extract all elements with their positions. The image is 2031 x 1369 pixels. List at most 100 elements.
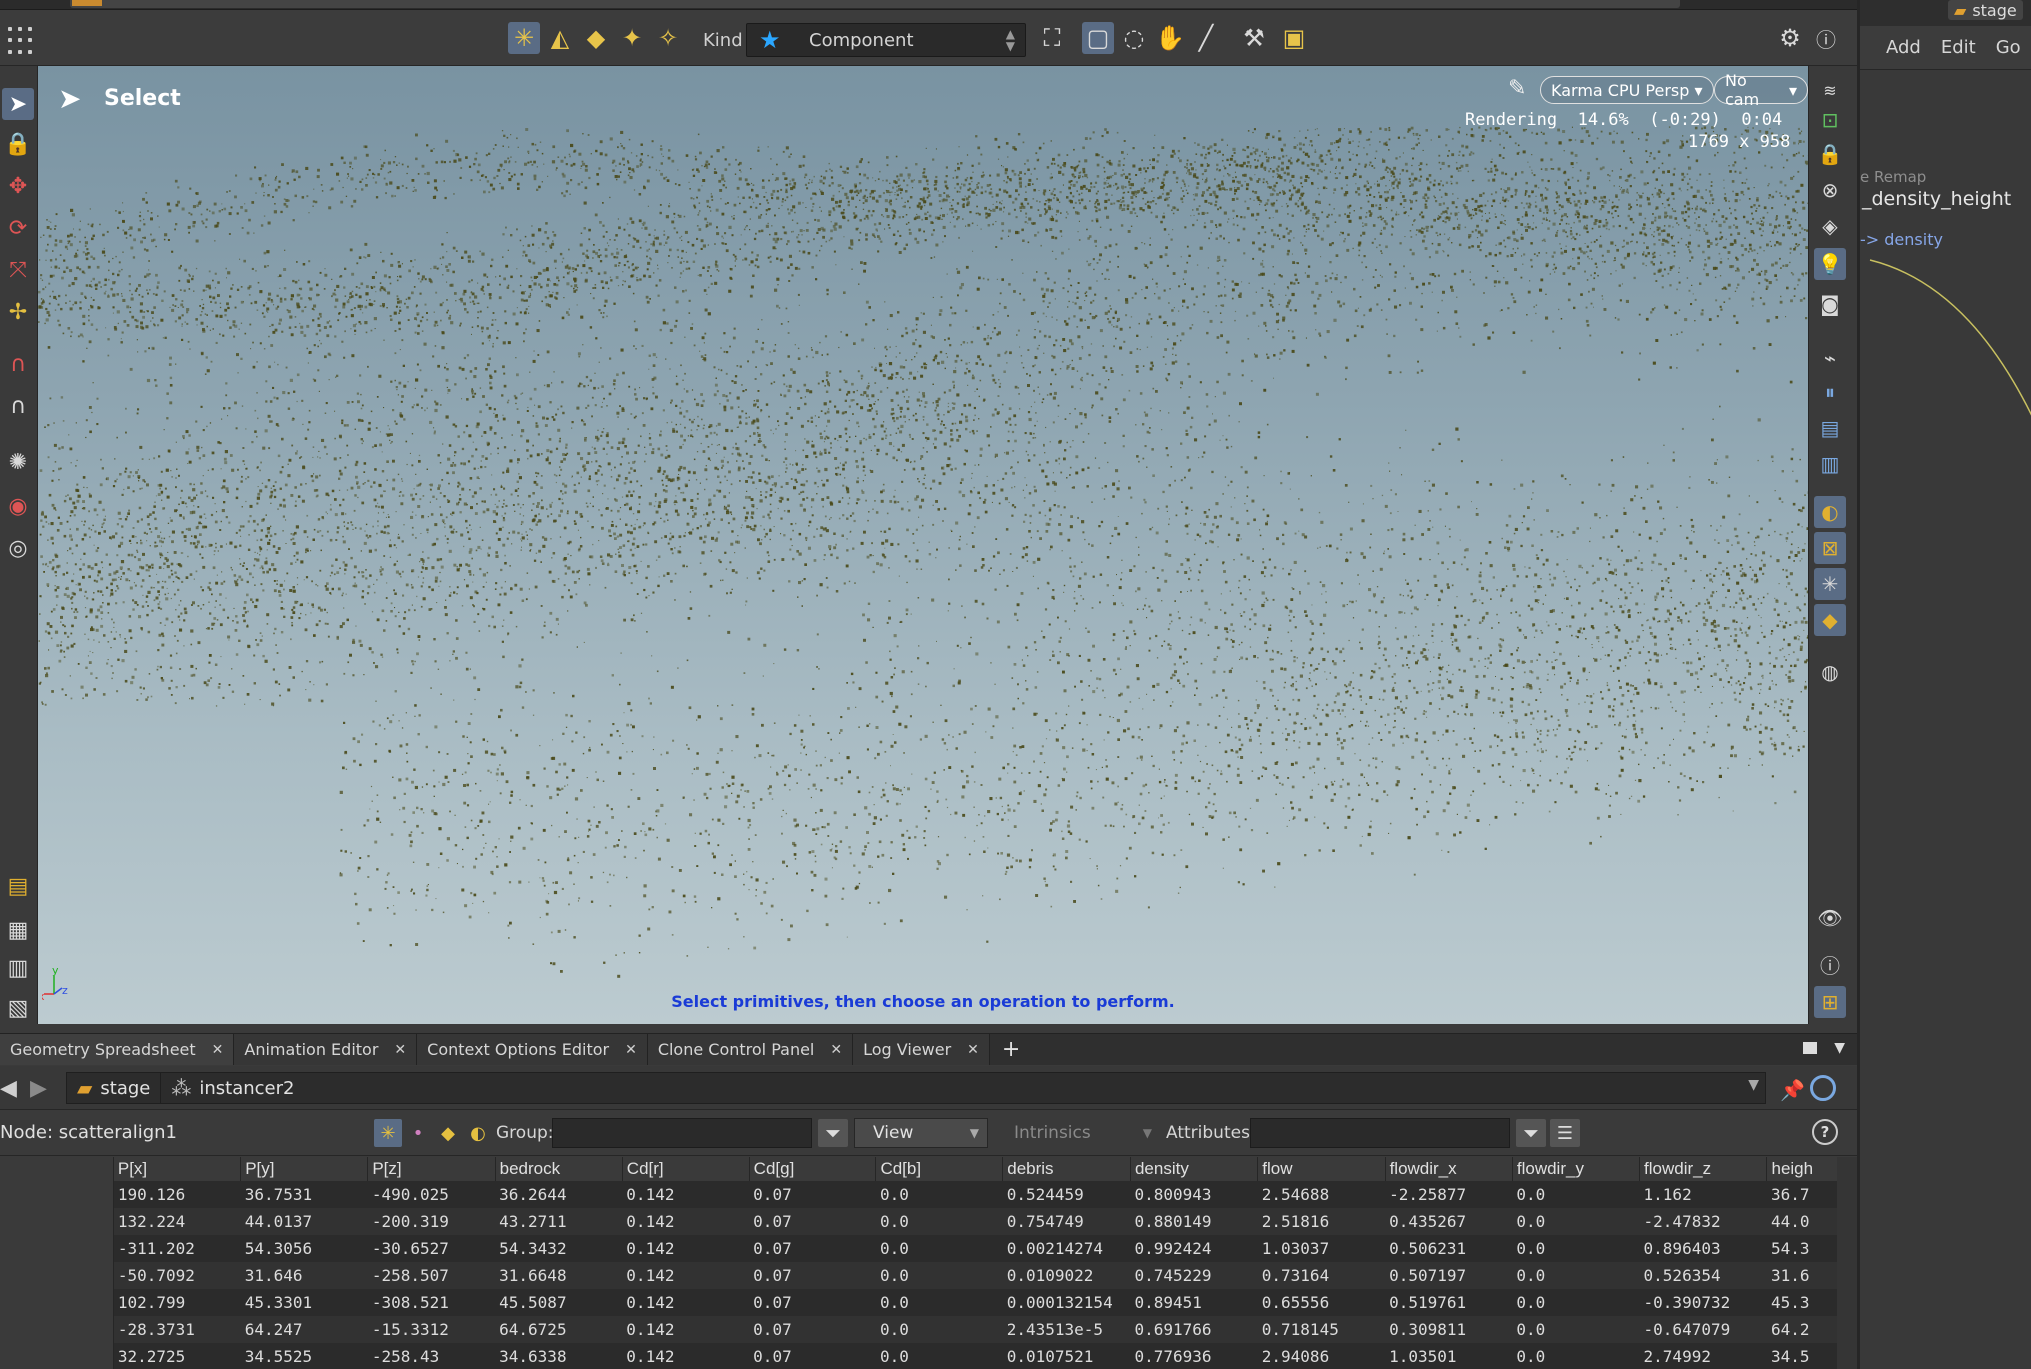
xray-icon[interactable]: ✳ [1814,568,1846,600]
column-header[interactable]: flowdir_x [1385,1157,1512,1181]
add-tab-icon[interactable]: + [990,1034,1032,1065]
table-row[interactable]: -311.202 54.3056 -30.6527 54.3432 0.142 0.07 0… [0,1235,1857,1262]
select-edges-icon[interactable]: ◭ [544,22,576,54]
close-icon[interactable]: ✕ [212,1042,224,1058]
menu-edit[interactable]: Edit [1941,37,1976,58]
tab-clone-control-panel[interactable]: Clone Control Panel ✕ [648,1034,853,1065]
environment-icon[interactable]: ◍ [1814,656,1846,688]
guide-icon[interactable]: ⊠ [1814,532,1846,564]
lock-select-icon[interactable]: 🔒 [2,128,34,160]
light-icon[interactable]: 💡 [1814,248,1846,280]
template-icon[interactable]: ◆ [1814,604,1846,636]
rotate-tool-icon[interactable]: ⟳ [2,212,34,244]
network-stage-path[interactable]: ▰ stage [1948,0,2023,20]
select-primitives-icon[interactable]: ◆ [580,22,612,54]
render-layers-icon[interactable]: ▥ [1814,448,1846,480]
close-icon[interactable]: ✕ [394,1042,406,1058]
table-row[interactable]: 32.2725 34.5525 -258.43 34.6338 0.142 0.07 0.0… [0,1343,1857,1369]
info-icon[interactable]: ⓘ [1814,948,1846,980]
visibility-toggle-icon[interactable]: ⌁ [1814,342,1846,374]
camera-tool-icon[interactable]: ◎ [2,532,34,564]
pose-tool-icon[interactable]: ✺ [2,446,34,478]
view-menu[interactable]: View ▼ [854,1118,988,1148]
camera-menu[interactable]: No cam ▾ [1714,76,1808,104]
select-breakpoints-icon[interactable]: ✧ [652,22,684,54]
group-input[interactable] [552,1118,812,1148]
layers-icon[interactable]: ≋ [1814,74,1846,106]
help-icon[interactable]: ⓘ [1810,22,1842,54]
display-options-icon[interactable]: ⊡ [1814,104,1846,136]
select-tool-icon[interactable]: ➤ [2,88,34,120]
menu-add[interactable]: Add [1886,37,1921,58]
select-groups-icon[interactable]: ▣ [1278,22,1310,54]
select-vertices-icon[interactable]: ✦ [616,22,648,54]
scale-tool-icon[interactable]: ⤧ [2,254,34,286]
column-header[interactable]: Cd[b] [876,1157,1003,1181]
group-filter-icon[interactable]: ⏷ [818,1119,848,1147]
tab-animation-editor[interactable]: Animation Editor ✕ [234,1034,417,1065]
box-select-icon[interactable]: ▢ [1082,22,1114,54]
laser-select-icon[interactable]: ╱ [1190,22,1222,54]
renderer-menu[interactable]: Karma CPU Persp ▾ [1540,76,1714,104]
menu-go[interactable]: Go [1996,37,2021,58]
settings-icon[interactable]: ⚙ [1774,22,1806,54]
view-tool-icon[interactable]: ◉ [2,490,34,522]
column-header[interactable]: bedrock [495,1157,622,1181]
shading-icon[interactable]: ◈ [1814,210,1846,242]
render-region-icon[interactable]: ▤ [2,870,34,902]
column-header[interactable]: flow [1258,1157,1385,1181]
snapshot-icon[interactable]: ▧ [2,992,34,1024]
column-header[interactable]: debris [1003,1157,1131,1181]
table-row[interactable]: 132.224 44.0137 -200.319 43.2711 0.142 0.07 0.… [0,1208,1857,1235]
move-tool-icon[interactable]: ✥ [2,170,34,202]
select-options-icon[interactable]: ⚒ [1238,22,1270,54]
lock-camera-icon[interactable]: 🔒 [1814,138,1846,170]
kind-select[interactable]: ★ Component ▲ ▼ [746,23,1026,57]
intrinsics-menu[interactable]: Intrinsics ▼ [996,1118,1158,1148]
vertical-scrollbar[interactable] [1837,1157,1857,1369]
table-row[interactable]: 190.126 36.7531 -490.025 36.2644 0.142 0.07 0.… [0,1181,1857,1208]
render-settings-icon[interactable]: ▤ [1814,412,1846,444]
lasso-select-icon[interactable]: ◌ [1118,22,1150,54]
select-points-icon[interactable]: ✳ [508,22,540,54]
column-header[interactable]: Cd[g] [749,1157,876,1181]
attributes-input[interactable] [1250,1118,1510,1148]
crumb-stage[interactable]: ▰ stage [67,1073,161,1103]
visibility-eye-icon[interactable]: 👁 [1814,902,1846,934]
table-row[interactable]: -28.3731 64.247 -15.3312 64.6725 0.142 0.07 0.… [0,1316,1857,1343]
selection-tool-icon[interactable]: ⛶ [1036,22,1068,54]
tab-context-options-editor[interactable]: Context Options Editor ✕ [417,1034,648,1065]
density-height-node[interactable]: _density_height [1862,188,2011,210]
column-header[interactable]: flowdir_z [1640,1157,1767,1181]
flipbook-icon[interactable]: ▦ [2,914,34,946]
close-icon[interactable]: ✕ [830,1042,842,1058]
column-header[interactable]: Cd[r] [622,1157,749,1181]
maximize-pane-icon[interactable] [1803,1042,1817,1054]
ghost-icon[interactable]: ⊗ [1814,174,1846,206]
table-row[interactable]: -50.7092 31.646 -258.507 31.6648 0.142 0.07 0.… [0,1262,1857,1289]
camera-view-icon[interactable]: ◙ [1814,288,1846,320]
tab-geometry-spreadsheet[interactable]: Geometry Spreadsheet ✕ [0,1034,234,1065]
pin-icon[interactable]: 📌 [1780,1078,1805,1102]
pause-render-icon[interactable]: ⏸ [1814,376,1846,408]
tab-log-viewer[interactable]: Log Viewer ✕ [853,1034,990,1065]
scene-viewport[interactable]: ➤ Select ✎ Karma CPU Persp ▾ No cam ▾ Re… [38,66,1808,1024]
column-header[interactable]: density [1130,1157,1257,1181]
handle-tool-icon[interactable]: ✢ [2,296,34,328]
geometry-spreadsheet[interactable]: P[x] P[y] P[z] bedrock Cd[r] Cd[g] Cd[b] debris… [0,1157,1857,1369]
snap-options-icon[interactable]: ∩ [2,390,34,422]
paint-select-icon[interactable]: ✋ [1154,22,1186,54]
detail-mode-icon[interactable]: ◐ [464,1119,492,1147]
pencil-icon[interactable]: ✎ [1508,76,1526,101]
time-bar[interactable] [70,0,1680,8]
table-row[interactable]: 102.799 45.3301 -308.521 45.5087 0.142 0.07 0.… [0,1289,1857,1316]
column-header[interactable]: flowdir_y [1512,1157,1639,1181]
vertices-mode-icon[interactable]: • [404,1119,432,1147]
pane-menu-arrow-icon[interactable]: ▼ [1834,1040,1845,1056]
link-icon[interactable] [1810,1075,1836,1101]
attribute-filter-icon[interactable]: ⏷ [1516,1119,1546,1147]
points-mode-icon[interactable]: ✳ [374,1119,402,1147]
render-view-icon[interactable]: ▥ [2,952,34,984]
column-header[interactable]: P[x] [113,1157,240,1181]
back-arrow-icon[interactable]: ◀ [0,1076,17,1101]
